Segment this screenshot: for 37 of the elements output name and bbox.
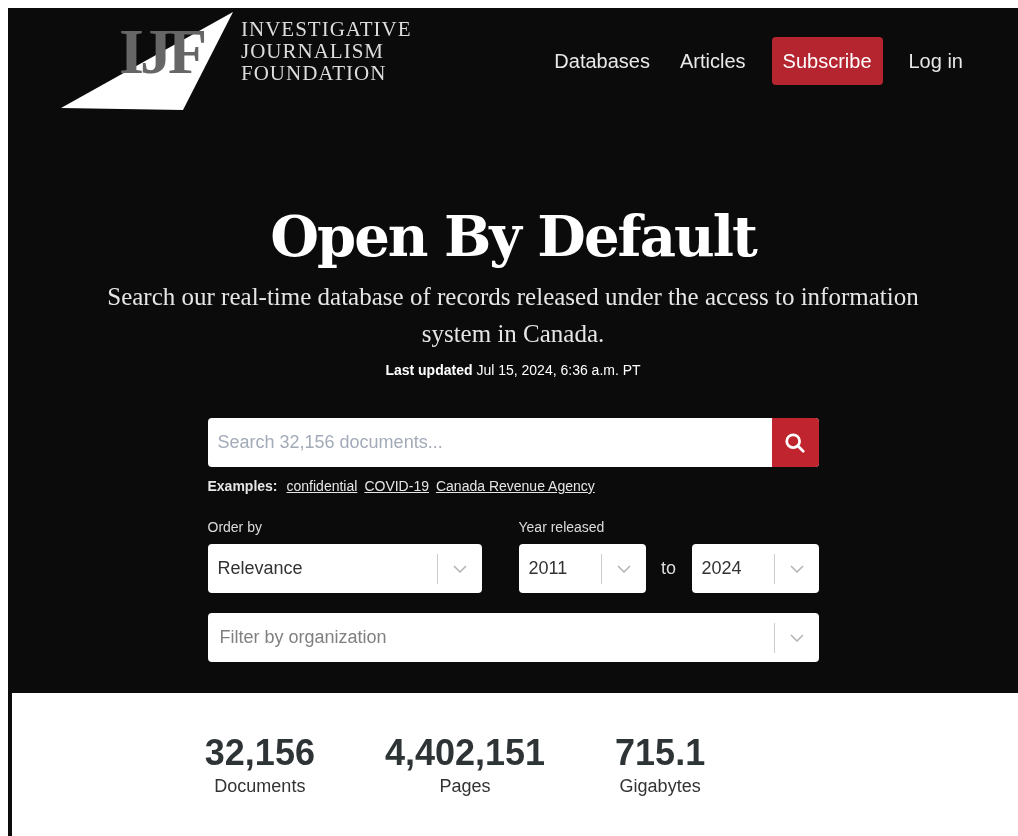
year-to-select[interactable]: 2024 [691,544,819,593]
order-select[interactable]: Relevance [207,544,482,593]
stat-label: Documents [214,775,306,798]
search-button[interactable] [771,418,819,467]
nav-link[interactable]: Log in [908,46,963,76]
select-value: Relevance [216,557,304,580]
chevron-down-icon [452,564,467,573]
chevron-down-icon [789,564,804,573]
subtitle: Search our real-time database of records released under the access to information system in Canada. [106,282,920,349]
year-separator: to [660,557,677,580]
select-value: 2024 [700,557,743,580]
year-from-select[interactable]: 2011 [518,544,646,593]
order-label: Order by [207,518,263,537]
chevron-down-icon [616,564,631,573]
nav-link[interactable]: Databases [554,46,650,76]
logo-text: INVESTIGATIVE [241,18,412,40]
page-title: Open By Default [270,204,756,268]
logo-text: JOURNALISM [241,40,385,62]
select-placeholder: Filter by organization [218,626,388,649]
search-icon [784,431,806,454]
stat-label: Pages [439,775,491,798]
organization-select[interactable]: Filter by organization [207,613,819,662]
logo-text: FOUNDATION [241,62,388,84]
chevron-down-icon [789,633,804,642]
year-label: Year released [518,518,606,537]
subscribe-button[interactable]: Subscribe [771,37,883,85]
select-value: 2011 [527,557,569,580]
example-link[interactable]: COVID-19 [364,476,429,497]
stat-value: 4,402,151 [384,733,546,773]
nav-link[interactable]: Articles [680,46,746,76]
stat-label: Gigabytes [619,775,701,798]
example-link[interactable]: confidential [286,476,358,497]
stat-value: 715.1 [615,733,706,773]
example-link[interactable]: Canada Revenue Agency [435,476,595,497]
last-updated: Last updated Jul 15, 2024, 6:36 a.m. PT [385,361,641,380]
examples-label: Examples: [207,477,278,496]
stat-value: 32,156 [204,733,315,773]
